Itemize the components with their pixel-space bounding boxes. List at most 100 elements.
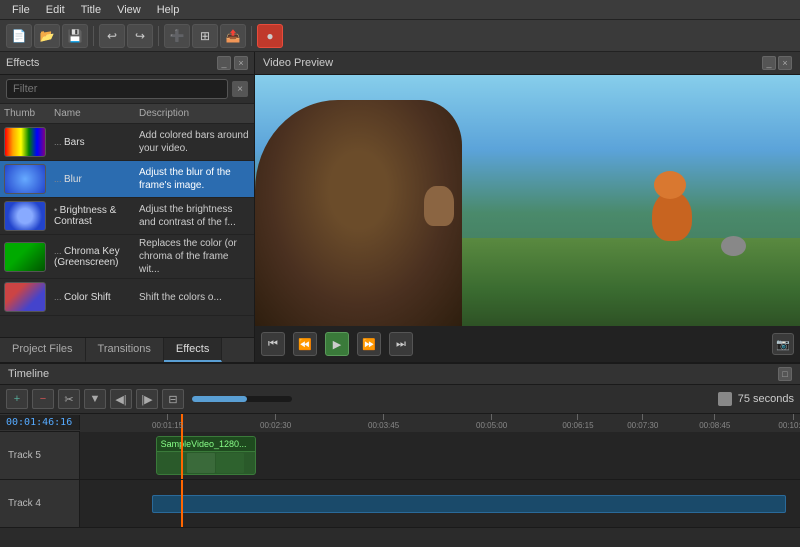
timeline-ruler: 00:01:46:16 00:01:1500:02:3000:03:4500:0… bbox=[0, 414, 800, 432]
preview-title: Video Preview bbox=[263, 57, 333, 69]
timeline-section: Timeline □ + − ✂ ▼ ◀| |▶ ⊟ 75 seconds 00… bbox=[0, 362, 800, 528]
track-4-label: Track 4 bbox=[0, 480, 80, 527]
menu-edit[interactable]: Edit bbox=[38, 2, 73, 18]
effect-thumb-bars bbox=[0, 124, 50, 160]
tab-transitions[interactable]: Transitions bbox=[86, 338, 164, 362]
effect-row-brightness[interactable]: • Brightness & Contrast Adjust the brigh… bbox=[0, 198, 254, 235]
next-marker-button[interactable]: |▶ bbox=[136, 389, 158, 409]
effect-row-bars[interactable]: ... Bars Add colored bars around your vi… bbox=[0, 124, 254, 161]
timecode-display: 00:01:46:16 bbox=[0, 415, 80, 430]
video-scene bbox=[255, 75, 800, 326]
effect-name-chromakey: ... Chroma Key (Greenscreen) bbox=[50, 244, 135, 270]
clip-header: SampleVideo_1280... bbox=[157, 437, 256, 452]
preview-controls: ⏮ ⏪ ▶ ⏩ ⏭ 📷 bbox=[255, 326, 800, 362]
effects-panel-header: Effects _ × bbox=[0, 52, 254, 75]
tab-project-files[interactable]: Project Files bbox=[0, 338, 86, 362]
effect-desc-brightness: Adjust the brightness and contrast of th… bbox=[135, 201, 254, 231]
effect-thumb-brightness bbox=[0, 198, 50, 234]
filter-row: × bbox=[0, 75, 254, 104]
main-area: Effects _ × × Thumb Name Description bbox=[0, 52, 800, 362]
ruler-mark: 00:06:15 bbox=[562, 414, 593, 432]
tab-effects[interactable]: Effects bbox=[164, 338, 222, 362]
save-button[interactable]: 💾 bbox=[62, 24, 88, 48]
col-desc-header: Description bbox=[135, 106, 254, 121]
video-area bbox=[255, 75, 800, 326]
ruler-mark: 00:08:45 bbox=[699, 414, 730, 432]
new-button[interactable]: 📄 bbox=[6, 24, 32, 48]
effect-row-chromakey[interactable]: ... Chroma Key (Greenscreen) Replaces th… bbox=[0, 235, 254, 279]
forward-to-end-button[interactable]: ⏭ bbox=[389, 332, 413, 356]
filter-input[interactable] bbox=[6, 79, 228, 99]
track-row-5: Track 5 SampleVideo_1280... bbox=[0, 432, 800, 480]
timeline-toolbar: + − ✂ ▼ ◀| |▶ ⊟ 75 seconds bbox=[0, 385, 800, 414]
col-name-header: Name bbox=[50, 106, 135, 121]
scene-mouse bbox=[721, 221, 756, 256]
scene-fox bbox=[642, 171, 702, 251]
remove-track-button[interactable]: − bbox=[32, 389, 54, 409]
prev-marker-button[interactable]: ◀| bbox=[110, 389, 132, 409]
bars-thumbnail bbox=[4, 127, 46, 157]
filter-clear-button[interactable]: × bbox=[232, 81, 248, 97]
effect-name-blur: ... Blur bbox=[50, 172, 135, 187]
snapping-button[interactable]: ⊟ bbox=[162, 389, 184, 409]
mouse-body bbox=[721, 236, 746, 256]
menu-view[interactable]: View bbox=[109, 2, 149, 18]
audio-track-bar[interactable] bbox=[152, 495, 786, 513]
add-button[interactable]: ➕ bbox=[164, 24, 190, 48]
play-button[interactable]: ▶ bbox=[325, 332, 349, 356]
step-forward-button[interactable]: ⏩ bbox=[357, 332, 381, 356]
panel-close[interactable]: × bbox=[234, 56, 248, 70]
video-clip-sample[interactable]: SampleVideo_1280... bbox=[156, 436, 257, 475]
ruler-mark: 00:02:30 bbox=[260, 414, 291, 432]
clip-thumbnails bbox=[157, 452, 256, 474]
menu-title[interactable]: Title bbox=[73, 2, 109, 18]
brightness-thumbnail bbox=[4, 201, 46, 231]
ruler-mark: 00:10:00 bbox=[778, 414, 800, 432]
ruler-mark: 00:01:15 bbox=[152, 414, 183, 432]
duration-text: 75 seconds bbox=[738, 393, 794, 405]
clip-thumb-2 bbox=[187, 453, 215, 473]
preview-close[interactable]: × bbox=[778, 56, 792, 70]
squirrel-body bbox=[424, 186, 454, 226]
panel-minimize[interactable]: _ bbox=[217, 56, 231, 70]
effect-row-colorshift[interactable]: ... Color Shift Shift the colors o... bbox=[0, 279, 254, 316]
step-back-button[interactable]: ⏪ bbox=[293, 332, 317, 356]
grid-button[interactable]: ⊞ bbox=[192, 24, 218, 48]
preview-panel-controls: _ × bbox=[762, 56, 792, 70]
menu-file[interactable]: File bbox=[4, 2, 38, 18]
effect-thumb-blur bbox=[0, 161, 50, 197]
effect-desc-bars: Add colored bars around your video. bbox=[135, 127, 254, 157]
add-track-button[interactable]: + bbox=[6, 389, 28, 409]
toolbar: 📄 📂 💾 ↩ ↪ ➕ ⊞ 📤 ● bbox=[0, 20, 800, 52]
ruler-marks[interactable]: 00:01:1500:02:3000:03:4500:05:0000:06:15… bbox=[80, 414, 800, 432]
blur-thumbnail bbox=[4, 164, 46, 194]
effect-name-dots-blur: ... bbox=[54, 174, 64, 184]
razor-button[interactable]: ✂ bbox=[58, 389, 80, 409]
export-button[interactable]: 📤 bbox=[220, 24, 246, 48]
redo-button[interactable]: ↪ bbox=[127, 24, 153, 48]
open-button[interactable]: 📂 bbox=[34, 24, 60, 48]
track-row-4: Track 4 bbox=[0, 480, 800, 528]
undo-button[interactable]: ↩ bbox=[99, 24, 125, 48]
record-button[interactable]: ● bbox=[257, 24, 283, 48]
rewind-to-start-button[interactable]: ⏮ bbox=[261, 332, 285, 356]
zoom-slider[interactable] bbox=[192, 396, 292, 402]
timeline-title: Timeline bbox=[8, 368, 49, 380]
effect-thumb-colorshift bbox=[0, 279, 50, 315]
track-5-label: Track 5 bbox=[0, 432, 80, 479]
effects-table: Thumb Name Description ... Bars Add colo… bbox=[0, 104, 254, 337]
track-5-content[interactable]: SampleVideo_1280... bbox=[80, 432, 800, 479]
zoom-fill bbox=[192, 396, 247, 402]
track-4-content[interactable] bbox=[80, 480, 800, 527]
preview-minimize[interactable]: _ bbox=[762, 56, 776, 70]
menu-help[interactable]: Help bbox=[149, 2, 188, 18]
timeline-expand[interactable]: □ bbox=[778, 367, 792, 381]
camera-button[interactable]: 📷 bbox=[772, 333, 794, 355]
effect-row-blur[interactable]: ... Blur Adjust the blur of the frame's … bbox=[0, 161, 254, 198]
effect-name-dots-chroma: ... bbox=[54, 246, 64, 256]
effects-panel: Effects _ × × Thumb Name Description bbox=[0, 52, 255, 362]
arrow-down-button[interactable]: ▼ bbox=[84, 389, 106, 409]
toolbar-separator-2 bbox=[158, 26, 159, 46]
effect-desc-colorshift: Shift the colors o... bbox=[135, 289, 254, 306]
menubar: File Edit Title View Help bbox=[0, 0, 800, 20]
